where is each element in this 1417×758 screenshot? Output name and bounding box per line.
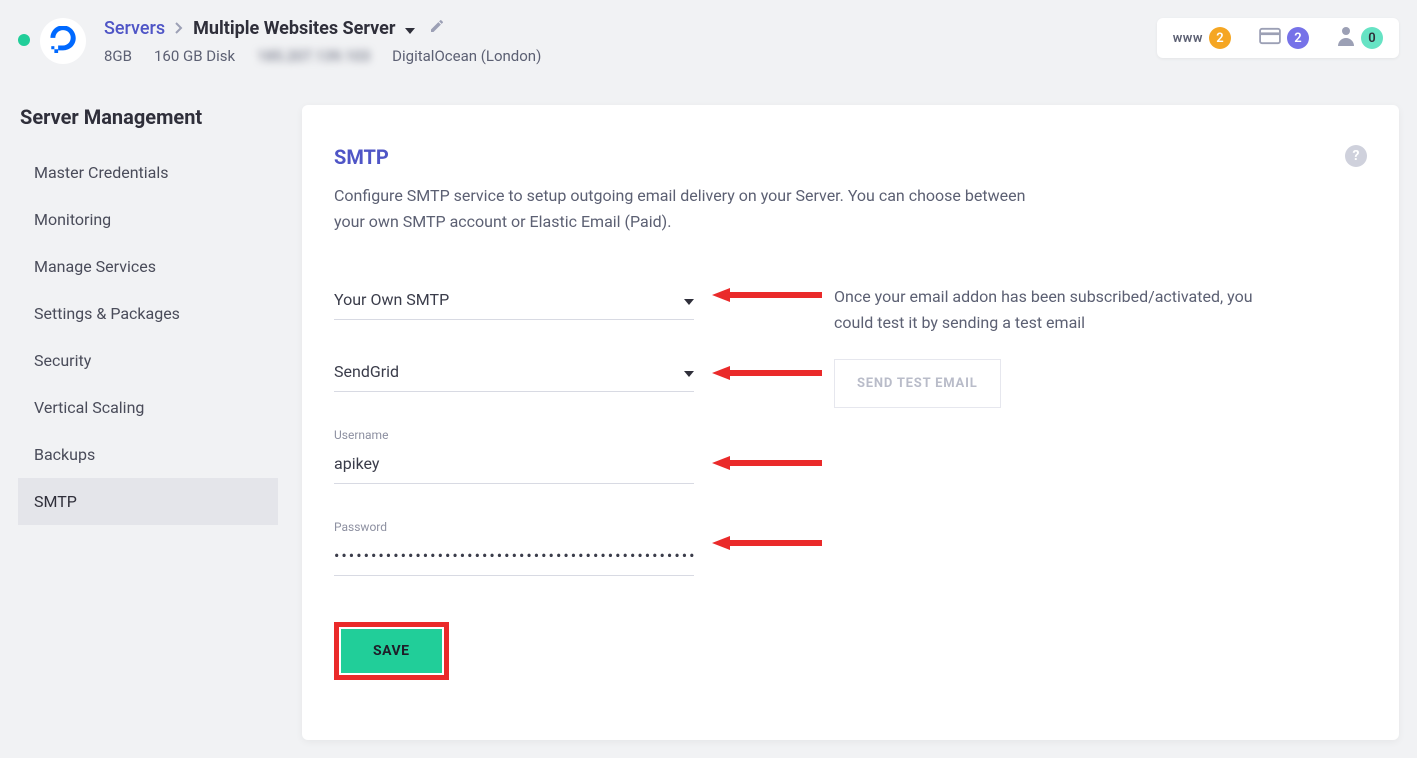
panel-description: Configure SMTP service to setup outgoing… (334, 183, 1034, 234)
digitalocean-icon (48, 26, 78, 56)
username-input[interactable] (334, 448, 694, 484)
stat-websites[interactable]: www 2 (1173, 27, 1231, 49)
www-icon: www (1173, 31, 1203, 46)
chevron-right-icon (175, 18, 183, 39)
username-label: Username (334, 428, 694, 442)
save-button[interactable]: SAVE (341, 629, 442, 673)
provider-logo (40, 18, 86, 64)
header: Servers Multiple Websites Server 8GB 160… (0, 0, 1417, 65)
smtp-type-select[interactable]: Your Own SMTP (334, 284, 694, 320)
card-icon (1259, 27, 1281, 49)
password-field: Password (334, 520, 694, 576)
test-email-info: Once your email addon has been subscribe… (834, 284, 1294, 335)
smtp-provider-select[interactable]: SendGrid (334, 356, 694, 392)
sidebar-item-security[interactable]: Security (18, 337, 278, 384)
stat-credentials[interactable]: 2 (1259, 27, 1309, 49)
server-ram: 8GB (104, 47, 132, 65)
websites-count-badge: 2 (1209, 27, 1231, 49)
server-meta: Servers Multiple Websites Server 8GB 160… (104, 18, 541, 65)
send-test-email-button[interactable]: SEND TEST EMAIL (834, 359, 1001, 408)
sidebar-item-manage-services[interactable]: Manage Services (18, 243, 278, 290)
annotation-arrow (712, 456, 822, 470)
password-input[interactable] (334, 540, 694, 576)
annotation-arrow (712, 366, 822, 380)
caret-down-icon (684, 362, 694, 381)
sidebar: Server Management Master Credentials Mon… (18, 105, 278, 740)
caret-down-icon (684, 290, 694, 309)
save-button-highlight: SAVE (334, 622, 449, 680)
sidebar-item-smtp[interactable]: SMTP (18, 478, 278, 525)
smtp-panel: ? SMTP Configure SMTP service to setup o… (302, 105, 1399, 740)
credentials-count-badge: 2 (1287, 27, 1309, 49)
breadcrumb-servers[interactable]: Servers (104, 18, 165, 39)
annotation-arrow (712, 536, 822, 550)
edit-server-name-icon[interactable] (429, 18, 445, 39)
server-disk: 160 GB Disk (154, 47, 235, 65)
sidebar-item-vertical-scaling[interactable]: Vertical Scaling (18, 384, 278, 431)
smtp-type-value: Your Own SMTP (334, 290, 449, 309)
server-name: Multiple Websites Server (193, 18, 395, 39)
help-icon[interactable]: ? (1345, 145, 1367, 167)
server-status-dot (18, 34, 30, 46)
annotation-arrow (712, 288, 822, 302)
panel-title: SMTP (334, 145, 1367, 169)
server-name-dropdown-icon[interactable] (405, 18, 415, 39)
server-location: DigitalOcean (London) (392, 47, 541, 65)
sidebar-item-monitoring[interactable]: Monitoring (18, 196, 278, 243)
header-stats: www 2 2 0 (1157, 18, 1399, 58)
smtp-provider-value: SendGrid (334, 362, 399, 381)
stat-users[interactable]: 0 (1337, 26, 1383, 50)
user-icon (1337, 26, 1355, 50)
sidebar-item-backups[interactable]: Backups (18, 431, 278, 478)
server-ip: 185.207.139.103 (257, 47, 370, 65)
users-count-badge: 0 (1361, 27, 1383, 49)
sidebar-item-settings-packages[interactable]: Settings & Packages (18, 290, 278, 337)
sidebar-item-master-credentials[interactable]: Master Credentials (18, 149, 278, 196)
username-field: Username (334, 428, 694, 484)
password-label: Password (334, 520, 694, 534)
sidebar-title: Server Management (18, 105, 278, 129)
